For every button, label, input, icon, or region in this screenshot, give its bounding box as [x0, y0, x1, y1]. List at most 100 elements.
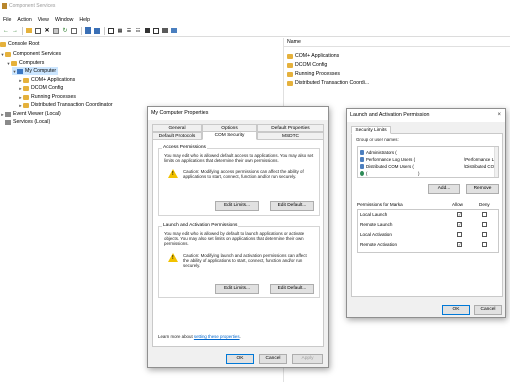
cancel-button[interactable]: Cancel: [474, 305, 502, 315]
tree-item-dtc[interactable]: ► Distributed Transaction Coordinator: [18, 101, 113, 109]
view-icon[interactable]: [93, 27, 101, 35]
list-item[interactable]: DCOM Config: [287, 61, 327, 69]
access-edit-limits-button[interactable]: Edit Limits...: [215, 201, 259, 211]
deny-checkbox[interactable]: [482, 232, 487, 237]
deny-column-header: Deny: [479, 202, 490, 207]
folder-icon: [11, 60, 17, 66]
allow-checkbox[interactable]: [457, 232, 462, 237]
allow-checkbox[interactable]: ✓: [457, 212, 462, 217]
show-tree-icon[interactable]: [34, 27, 42, 35]
access-edit-default-button[interactable]: Edit Default...: [270, 201, 314, 211]
user-icon: [360, 171, 364, 176]
properties-dialog-title: My Computer Properties: [148, 107, 328, 120]
tree-item-console-root[interactable]: Console Root: [0, 40, 39, 48]
launch-permission-dialog: Launch and Activation Permission × Secur…: [346, 108, 506, 318]
tree-item-component-services[interactable]: ▼ Component Services: [0, 50, 62, 58]
tree-item-computers[interactable]: ▼ Computers: [6, 59, 45, 67]
export-icon[interactable]: [70, 27, 78, 35]
up-icon[interactable]: [25, 27, 33, 35]
allow-checkbox[interactable]: ✓: [457, 222, 462, 227]
stop-icon[interactable]: [143, 27, 151, 35]
launch-warning: Caution: Modifying launch and activation…: [183, 253, 307, 269]
tree-item-services[interactable]: Services (Local): [5, 118, 50, 126]
deny-checkbox[interactable]: [482, 212, 487, 217]
toolbar: ← → ✕ ↻ ▦ ☰ ☷: [0, 25, 510, 37]
group-user-label: Group or user names:: [356, 137, 399, 142]
window-title: Component Services: [9, 3, 56, 9]
help-icon[interactable]: [84, 27, 92, 35]
list-item[interactable]: Running Processes: [287, 70, 340, 78]
back-icon[interactable]: ←: [2, 27, 10, 35]
folder-icon: [287, 62, 293, 68]
folder-icon: [23, 77, 29, 83]
list-item[interactable]: Distributed Transaction Coordi...: [287, 79, 369, 87]
menu-action[interactable]: Action: [14, 16, 34, 25]
learn-more-text: Learn more about setting these propertie…: [158, 334, 241, 339]
folder-icon: [0, 41, 6, 47]
launch-permissions-group: Launch and Activation Permissions You ma…: [158, 223, 320, 298]
menu-file[interactable]: File: [0, 16, 14, 25]
folder-icon: [287, 80, 293, 86]
access-warning: Caution: Modifying access permissions ca…: [183, 169, 304, 180]
app-icon: [2, 3, 7, 9]
properties-icon[interactable]: [52, 27, 60, 35]
security-limits-panel: Group or user names: Administrators ( Pe…: [351, 133, 503, 297]
deny-checkbox[interactable]: [482, 222, 487, 227]
user-list[interactable]: Administrators ( Performance Log Users (…: [357, 146, 499, 178]
start-icon[interactable]: [152, 27, 160, 35]
close-icon[interactable]: ×: [497, 109, 501, 122]
permission-row: Remote Launch ✓: [358, 221, 496, 229]
user-list-item[interactable]: Performance Log Users ( \Performance Lc: [360, 156, 498, 163]
deny-checkbox[interactable]: [482, 242, 487, 247]
user-list-item[interactable]: ( ): [360, 170, 498, 177]
delete-icon[interactable]: ✕: [43, 27, 51, 35]
list-icon[interactable]: ☰: [125, 27, 133, 35]
user-list-item[interactable]: Distributed COM Users ( \Distributed COM: [360, 163, 498, 170]
tab-default-properties[interactable]: Default Properties: [257, 124, 324, 132]
msdtc-icon[interactable]: [170, 27, 178, 35]
launch-description: You may edit who is allowed by default t…: [164, 231, 305, 247]
column-header-name[interactable]: Name: [284, 38, 510, 47]
computer-icon: [17, 68, 23, 74]
menu-view[interactable]: View: [35, 16, 52, 25]
configure-icon[interactable]: [161, 27, 169, 35]
tree-item-com-apps[interactable]: ► COM+ Applications: [18, 76, 76, 84]
tab-com-security[interactable]: COM Security: [202, 131, 257, 140]
tree-item-my-computer[interactable]: ▼ My Computer: [12, 67, 59, 75]
permissions-for-label: Permissions for Marka: [357, 202, 403, 207]
folder-icon: [23, 102, 29, 108]
folder-icon: [5, 51, 11, 57]
tab-general[interactable]: General: [152, 124, 202, 132]
title-bar: Component Services: [0, 0, 510, 16]
user-list-scrollbar[interactable]: [494, 147, 498, 177]
tree-item-dcom-config[interactable]: ► DCOM Config: [18, 84, 64, 92]
apply-button[interactable]: Apply: [292, 354, 323, 364]
menu-help[interactable]: Help: [76, 16, 93, 25]
list-item[interactable]: COM+ Applications: [287, 52, 339, 60]
launch-edit-default-button[interactable]: Edit Default...: [270, 284, 314, 294]
add-button[interactable]: Add...: [428, 184, 460, 194]
allow-checkbox[interactable]: ✓: [457, 242, 462, 247]
user-group-icon: [360, 150, 364, 155]
tab-security-limits[interactable]: Security Limits: [351, 126, 391, 134]
refresh-icon[interactable]: ↻: [61, 27, 69, 35]
large-icons-icon[interactable]: [107, 27, 115, 35]
ok-button[interactable]: OK: [442, 305, 470, 315]
remove-button[interactable]: Remove: [466, 184, 499, 194]
small-icons-icon[interactable]: ▦: [116, 27, 124, 35]
tree-item-event-viewer[interactable]: ► Event Viewer (Local): [0, 110, 61, 118]
permissions-table: Permissions for Marka Allow Deny Local L…: [357, 200, 499, 294]
learn-more-link[interactable]: setting these properties: [194, 334, 240, 339]
access-description: You may edit who is allowed default acce…: [164, 153, 314, 164]
user-group-icon: [360, 164, 364, 169]
cancel-button[interactable]: Cancel: [259, 354, 287, 364]
user-list-item[interactable]: Administrators (: [360, 149, 498, 156]
access-permissions-group: Access Permissions You may edit who is a…: [158, 145, 320, 216]
forward-icon[interactable]: →: [11, 27, 19, 35]
permissions-list: Local Launch ✓ Remote Launch ✓ Local Act…: [357, 209, 499, 253]
tree-item-running-processes[interactable]: ► Running Processes: [18, 93, 76, 101]
menu-window[interactable]: Window: [52, 16, 76, 25]
ok-button[interactable]: OK: [226, 354, 254, 364]
details-icon[interactable]: ☷: [134, 27, 142, 35]
launch-edit-limits-button[interactable]: Edit Limits...: [215, 284, 259, 294]
